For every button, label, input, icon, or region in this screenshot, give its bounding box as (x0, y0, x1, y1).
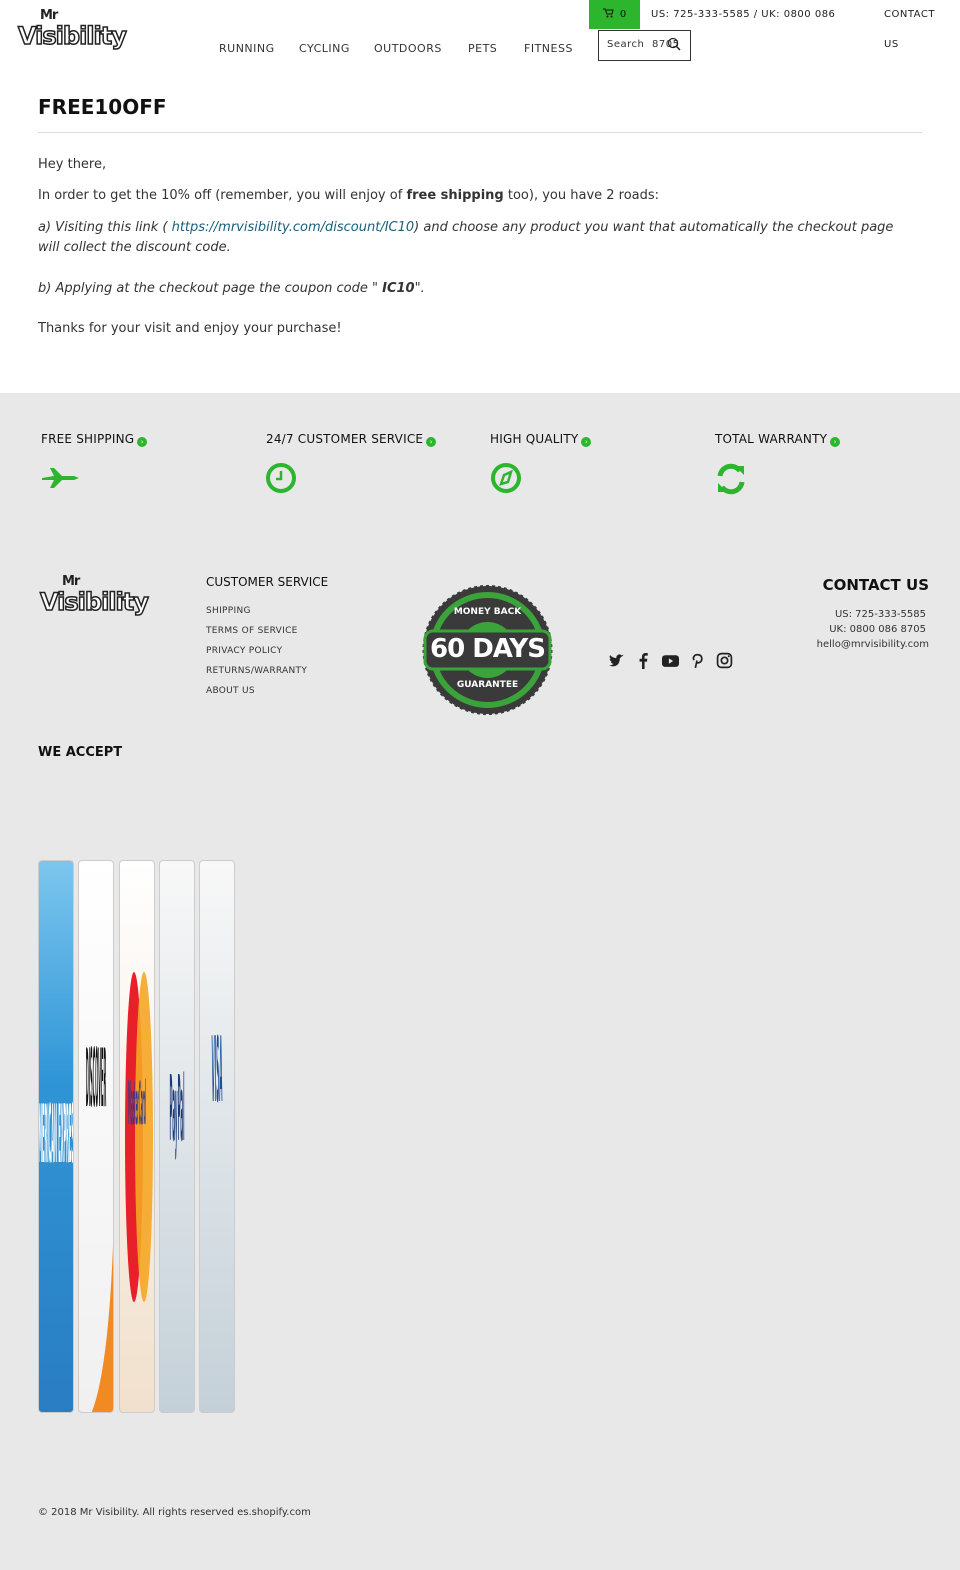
footer-link-about[interactable]: ABOUT US (206, 686, 255, 696)
nav-pets[interactable]: PETS (468, 42, 497, 55)
cart-button[interactable]: 0 (589, 0, 640, 29)
feature-total-warranty[interactable]: TOTAL WARRANTY › (715, 432, 841, 447)
arrow-circle-icon: › (137, 437, 148, 447)
header-phone: US: 725-333-5585 / UK: 0800 086 (651, 9, 836, 20)
card-discover: DISCOVER (78, 860, 114, 1413)
footer-link-terms[interactable]: TERMS OF SERVICE (206, 626, 298, 636)
contact-title: CONTACT US (822, 576, 929, 594)
instagram-icon[interactable] (716, 652, 733, 669)
refresh-icon (715, 462, 747, 495)
intro: In order to get the 10% off (remember, y… (38, 188, 660, 203)
facebook-icon[interactable] (635, 652, 652, 669)
feature-high-quality[interactable]: HIGH QUALITY › (490, 432, 592, 447)
plane-icon (40, 462, 79, 494)
we-accept-title: WE ACCEPT (38, 745, 123, 760)
option-b: b) Applying at the checkout page the cou… (38, 281, 425, 296)
card-visa: VISA (199, 860, 235, 1413)
contact-link-line1[interactable]: CONTACT (884, 9, 935, 20)
nav-running[interactable]: RUNNING (219, 42, 275, 55)
social-links (608, 652, 733, 669)
cart-icon (602, 8, 614, 21)
contact-us-phone: US: 725-333-5585 (834, 609, 926, 620)
footer-logo[interactable]: Mr Visibility (39, 574, 152, 618)
twitter-icon[interactable] (608, 652, 625, 669)
discount-link[interactable]: https://mrvisibility.com/discount/IC10 (172, 220, 415, 235)
pinterest-icon[interactable] (689, 652, 706, 669)
footer-link-returns[interactable]: RETURNS/WARRANTY (206, 666, 307, 676)
card-amex: AMERICAN EXPRESS (38, 860, 74, 1413)
feature-free-shipping[interactable]: FREE SHIPPING › (41, 432, 148, 447)
nav-cycling[interactable]: CYCLING (299, 42, 350, 55)
nav-outdoors[interactable]: OUTDOORS (374, 42, 442, 55)
footer-link-shipping[interactable]: SHIPPING (206, 606, 251, 616)
arrow-circle-icon: › (426, 437, 437, 447)
search-icon[interactable] (667, 37, 681, 54)
compass-icon (490, 462, 522, 494)
feature-customer-service[interactable]: 24/7 CUSTOMER SERVICE › (266, 432, 437, 447)
logo[interactable]: Mr Visibility (17, 8, 128, 52)
copyright: © 2018 Mr Visibility. All rights reserve… (38, 1507, 311, 1518)
card-paypal: PayPal (159, 860, 195, 1413)
arrow-circle-icon: › (581, 437, 592, 447)
customer-service-title: CUSTOMER SERVICE (206, 575, 329, 589)
cart-count: 0 (619, 9, 627, 20)
contact-email[interactable]: hello@mrvisibility.com (817, 639, 929, 650)
nav-fitness[interactable]: FITNESS (524, 42, 573, 55)
page-title: FREE10OFF (38, 95, 167, 119)
card-mastercard: MasterCard (119, 860, 155, 1413)
search-input[interactable]: Search 8705 (598, 30, 691, 61)
contact-uk-phone: UK: 0800 086 8705 (829, 624, 926, 635)
arrow-circle-icon: › (830, 437, 841, 447)
contact-link-line2[interactable]: US (884, 39, 899, 50)
youtube-icon[interactable] (662, 652, 679, 669)
clock-icon (265, 462, 297, 494)
greeting: Hey there, (38, 157, 107, 172)
thanks: Thanks for your visit and enjoy your pur… (38, 321, 342, 336)
money-back-badge: MONEY BACK 60 DAYS GUARANTEE (421, 585, 554, 715)
option-a: a) Visiting this link ( https://mrvisibi… (38, 220, 894, 255)
footer-link-privacy[interactable]: PRIVACY POLICY (206, 646, 282, 656)
title-divider (38, 132, 922, 133)
